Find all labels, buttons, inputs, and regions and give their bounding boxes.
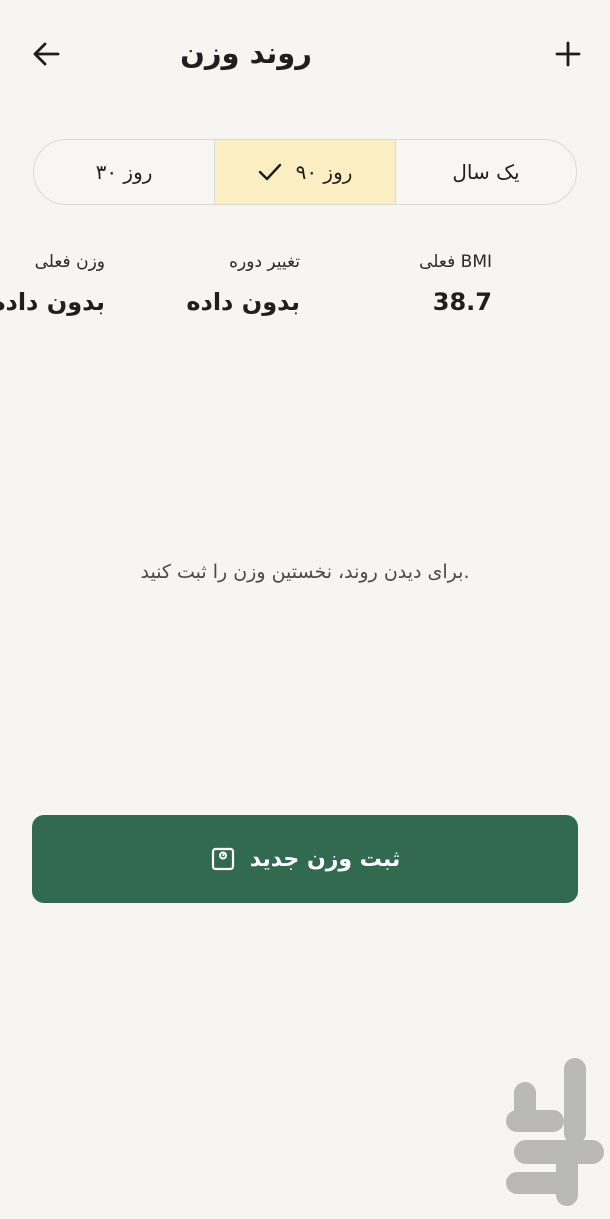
tab-1-year[interactable]: یک سال (396, 140, 576, 204)
stat-value: بدون داده (186, 288, 300, 316)
tab-90-days[interactable]: روز ۹۰ (214, 140, 396, 204)
tab-label: روز ۳۰ (95, 160, 153, 184)
stat-value: بدون داده (0, 288, 105, 316)
page-title: روند وزن (180, 36, 312, 70)
stat-label: BMI فعلی (419, 252, 492, 272)
add-button[interactable] (546, 32, 590, 76)
stat-bmi: BMI فعلی 38.7 (322, 248, 492, 322)
stat-label: وزن فعلی (34, 252, 105, 272)
stat-current-weight: وزن فعلی بدون داده (0, 248, 105, 322)
plus-icon (555, 41, 581, 67)
tab-label: یک سال (452, 160, 520, 184)
tab-label: روز ۹۰ (295, 160, 353, 184)
add-weight-button[interactable]: ثبت وزن جدید (32, 815, 578, 903)
empty-state-message: .برای دیدن روند، نخستین وزن را ثبت کنید (140, 561, 470, 583)
check-icon (258, 163, 281, 181)
stat-label: تغییر دوره (229, 252, 300, 272)
app-header: روند وزن (0, 0, 610, 108)
range-selector: روز ۳۰ روز ۹۰ یک سال (33, 139, 577, 205)
weight-trend-screen: روند وزن روز ۳۰ روز ۹۰ یک سال وزن فعلی ب… (0, 0, 610, 1219)
stat-period-change: تغییر دوره بدون داده (130, 248, 300, 322)
arrow-left-icon (33, 42, 60, 66)
back-button[interactable] (24, 32, 68, 76)
tab-30-days[interactable]: روز ۳۰ (34, 140, 214, 204)
stat-value: 38.7 (432, 288, 492, 316)
store-logo (506, 1058, 604, 1206)
scale-icon (211, 847, 234, 871)
add-weight-label: ثبت وزن جدید (249, 846, 401, 872)
